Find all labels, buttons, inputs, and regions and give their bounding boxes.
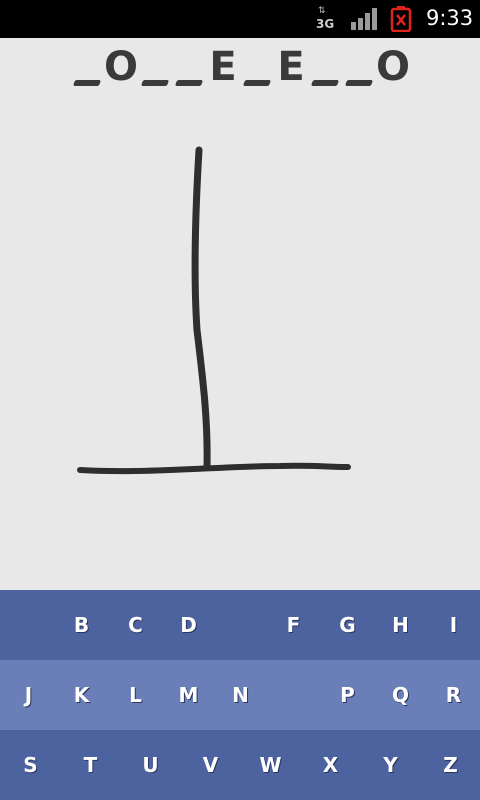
key-k[interactable]: K xyxy=(55,660,108,730)
key-q[interactable]: Q xyxy=(374,660,427,730)
word-blank xyxy=(342,46,376,92)
word-blank xyxy=(138,46,172,92)
gallows-base xyxy=(77,462,351,475)
word-blank xyxy=(240,46,274,92)
gallows-pole xyxy=(191,146,211,470)
word-blank xyxy=(172,46,206,92)
keyboard-row-2: JKLMNPQR xyxy=(0,660,480,730)
battery-alert-icon xyxy=(390,6,412,32)
key-t[interactable]: T xyxy=(64,730,117,800)
key-g[interactable]: G xyxy=(321,590,374,660)
keyboard-row-1: BCDFGHI xyxy=(0,590,480,660)
key-z[interactable]: Z xyxy=(424,730,477,800)
network-type-label: 3G xyxy=(316,17,335,31)
word-letter: O xyxy=(104,44,139,90)
key-j[interactable]: J xyxy=(2,660,55,730)
key-n[interactable]: N xyxy=(214,660,267,730)
key-s[interactable]: S xyxy=(4,730,57,800)
key-r[interactable]: R xyxy=(427,660,480,730)
key-i[interactable]: I xyxy=(427,590,480,660)
letter-keyboard: BCDFGHI JKLMNPQR STUVWXYZ xyxy=(0,590,480,800)
gallows-drawing xyxy=(77,146,351,475)
word-display: O EE O xyxy=(0,44,480,92)
key-p[interactable]: P xyxy=(321,660,374,730)
status-bar: ⇅ 3G 9:33 xyxy=(0,0,480,38)
key-u[interactable]: U xyxy=(124,730,177,800)
network-3g-icon: ⇅ 3G xyxy=(312,6,338,32)
word-letter: E xyxy=(277,44,305,90)
key-b[interactable]: B xyxy=(55,590,108,660)
word-letter: E xyxy=(209,44,237,90)
key-c[interactable]: C xyxy=(109,590,162,660)
status-time: 9:33 xyxy=(426,6,474,30)
key-y[interactable]: Y xyxy=(364,730,417,800)
key-f[interactable]: F xyxy=(267,590,320,660)
key-d[interactable]: D xyxy=(162,590,215,660)
key-v[interactable]: V xyxy=(184,730,237,800)
keyboard-row-3: STUVWXYZ xyxy=(0,730,480,800)
signal-strength-icon xyxy=(351,8,377,30)
key-x[interactable]: X xyxy=(304,730,357,800)
word-letter: O xyxy=(376,44,411,90)
data-activity-icon: ⇅ xyxy=(318,6,325,16)
word-blank xyxy=(70,46,104,92)
key-w[interactable]: W xyxy=(244,730,297,800)
word-blank xyxy=(308,46,342,92)
key-m[interactable]: M xyxy=(162,660,215,730)
key-h[interactable]: H xyxy=(374,590,427,660)
key-l[interactable]: L xyxy=(109,660,162,730)
